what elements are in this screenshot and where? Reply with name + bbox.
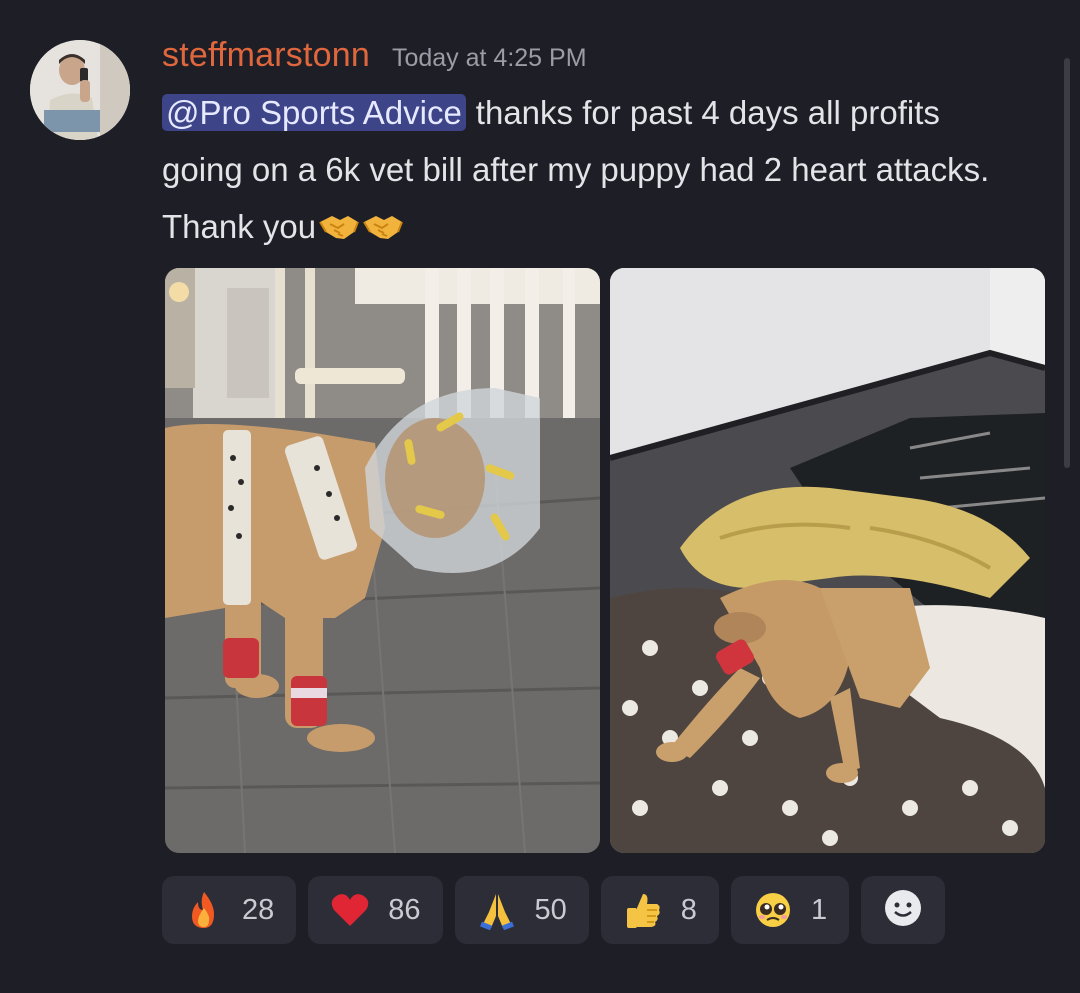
reaction-count: 50 [534, 893, 567, 926]
timestamp: Today at 4:25 PM [391, 44, 587, 72]
user-mention[interactable]: @Pro Sports Advice [162, 94, 466, 131]
reaction-count: 1 [810, 893, 828, 926]
reaction-pray[interactable]: 50 [454, 876, 589, 944]
message-content: @Pro Sports Advice thanks for past 4 days… [162, 84, 1022, 255]
reaction-heart[interactable]: 86 [308, 876, 443, 944]
scrollbar[interactable] [1064, 58, 1070, 468]
reaction-bar: 28 86 50 8 1 [162, 876, 946, 944]
heart-icon [330, 890, 370, 930]
pleading-face-icon [753, 890, 793, 930]
add-reaction-button[interactable] [861, 876, 946, 944]
attachment-image-dog-cone[interactable] [165, 268, 600, 853]
reaction-pleading-face[interactable]: 1 [730, 876, 850, 944]
thumbs-up-icon [623, 890, 663, 930]
reaction-count: 86 [388, 893, 421, 926]
chat-message: steffmarstonn Today at 4:25 PM @Pro Spor… [0, 0, 1080, 993]
pray-icon [477, 890, 517, 930]
username[interactable]: steffmarstonn [162, 36, 370, 75]
reaction-count: 8 [680, 893, 697, 926]
message-header: steffmarstonn Today at 4:25 PM [162, 36, 587, 75]
handshake-emoji-icon [362, 202, 404, 239]
reaction-fire[interactable]: 28 [162, 876, 297, 944]
reaction-thumbs-up[interactable]: 8 [600, 876, 719, 944]
smiley-icon [883, 888, 923, 933]
reaction-count: 28 [242, 893, 275, 926]
fire-icon [184, 890, 224, 930]
user-avatar[interactable] [30, 40, 130, 140]
attachment-image-dog-sleeping[interactable] [610, 268, 1045, 853]
handshake-emoji-icon [318, 202, 360, 239]
image-gallery [165, 268, 1045, 853]
